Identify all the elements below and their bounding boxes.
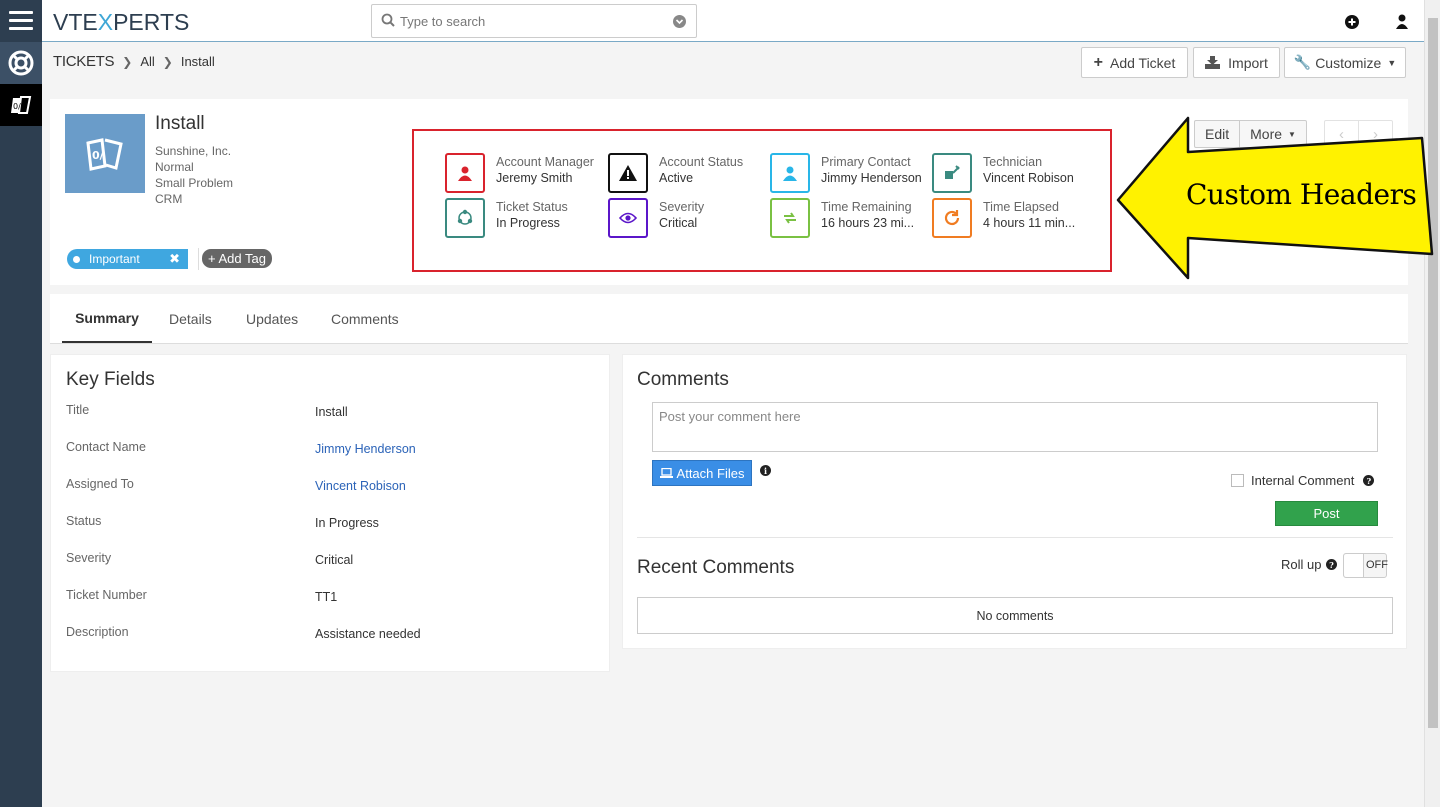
- field-row-ticket-number: Ticket Number TT1: [66, 588, 338, 604]
- contact-icon: [770, 153, 810, 193]
- support-app-icon[interactable]: [0, 42, 42, 84]
- divider: [637, 537, 1393, 538]
- tab-updates[interactable]: Updates: [246, 294, 298, 343]
- share-icon: [445, 198, 485, 238]
- chevron-right-icon: ❯: [162, 54, 173, 69]
- technician-icon: [932, 153, 972, 193]
- header-field-primary-contact[interactable]: Primary Contact Jimmy Henderson: [770, 153, 930, 193]
- caret-down-icon: ▼: [1387, 57, 1397, 68]
- plus-icon: +: [1093, 53, 1103, 71]
- user-icon: [445, 153, 485, 193]
- add-tag-button[interactable]: + Add Tag: [202, 249, 272, 268]
- internal-comment-checkbox[interactable]: [1231, 474, 1244, 487]
- hamburger-menu-icon[interactable]: [9, 11, 33, 31]
- warning-icon: [608, 153, 648, 193]
- custom-header-fields: Account Manager Jeremy Smith Account Stat…: [412, 129, 1112, 272]
- search-dropdown-icon[interactable]: [673, 15, 686, 28]
- search-icon: [381, 13, 395, 27]
- import-icon: [1205, 56, 1221, 69]
- header-field-account-status[interactable]: Account Status Active: [608, 153, 768, 193]
- help-icon[interactable]: ?: [1363, 475, 1375, 486]
- rollup-label: Roll up: [1281, 557, 1322, 572]
- breadcrumb: TICKETS ❯ All ❯ Install: [53, 53, 215, 70]
- header-field-time-remaining[interactable]: Time Remaining 16 hours 23 mi...: [770, 198, 930, 238]
- tag-divider: [198, 248, 199, 270]
- reload-icon: [932, 198, 972, 238]
- record-category: Small Problem: [155, 176, 234, 190]
- customize-button[interactable]: 🔧 Customize ▼: [1284, 47, 1406, 78]
- field-row-assigned-to: Assigned To Vincent Robison: [66, 477, 406, 493]
- record-title: Install: [155, 113, 205, 134]
- header-field-technician[interactable]: Technician Vincent Robison: [932, 153, 1092, 193]
- record-tabs: Summary Details Updates Comments: [50, 294, 1408, 344]
- field-row-description: Description Assistance needed: [66, 625, 421, 641]
- vtexperts-logo[interactable]: VTEXPERTS: [53, 9, 189, 36]
- ticket-icon: 0/: [86, 137, 123, 171]
- header-field-account-manager[interactable]: Account Manager Jeremy Smith: [445, 153, 605, 193]
- refresh-arrows-icon: [770, 198, 810, 238]
- wrench-icon: 🔧: [1293, 54, 1312, 70]
- tab-details[interactable]: Details: [169, 294, 212, 343]
- contact-link[interactable]: Jimmy Henderson: [315, 442, 416, 456]
- svg-text:0/: 0/: [92, 149, 105, 162]
- assignee-link[interactable]: Vincent Robison: [315, 479, 406, 493]
- eye-icon: [608, 198, 648, 238]
- header-field-severity[interactable]: Severity Critical: [608, 198, 768, 238]
- annotation-label: Custom Headers: [1186, 178, 1417, 211]
- record-product: CRM: [155, 192, 183, 206]
- header-field-ticket-status[interactable]: Ticket Status In Progress: [445, 198, 605, 238]
- record-priority: Normal: [155, 160, 194, 174]
- laptop-icon: [659, 468, 673, 478]
- internal-comment-option: Internal Comment ?: [1231, 473, 1375, 488]
- record-organization: Sunshine, Inc.: [155, 144, 232, 158]
- quick-create-icon[interactable]: [1345, 15, 1359, 29]
- svg-text:0/: 0/: [13, 102, 21, 111]
- ticket-record-image: 0/: [65, 114, 145, 193]
- remove-tag-icon[interactable]: ✖: [169, 251, 180, 267]
- toggle-knob: [1344, 554, 1364, 577]
- rollup-toggle[interactable]: OFF: [1343, 553, 1388, 578]
- header-field-time-elapsed[interactable]: Time Elapsed 4 hours 11 min...: [932, 198, 1092, 238]
- left-rail: 0/: [0, 0, 42, 807]
- top-bar: VTEXPERTS: [42, 0, 1424, 42]
- comments-panel: Comments Attach Files i Internal Comment…: [622, 354, 1407, 649]
- attach-files-button[interactable]: Attach Files: [652, 460, 752, 486]
- no-comments-message: No comments: [637, 597, 1393, 634]
- field-row-title: Title Install: [66, 403, 348, 419]
- tag-dot-icon: [73, 255, 80, 263]
- breadcrumb-record: Install: [180, 54, 215, 69]
- help-icon[interactable]: ?: [1326, 559, 1337, 570]
- field-row-status: Status In Progress: [66, 514, 379, 530]
- tag-important[interactable]: Important ✖: [67, 249, 188, 269]
- key-fields-panel: Key Fields Title Install Contact Name Jimm…: [50, 354, 610, 672]
- breadcrumb-filter[interactable]: All: [140, 54, 154, 69]
- comment-input[interactable]: [652, 402, 1378, 452]
- custom-headers-annotation: Custom Headers: [1116, 112, 1434, 282]
- search-input[interactable]: [400, 11, 670, 31]
- info-icon[interactable]: i: [760, 465, 771, 476]
- field-row-severity: Severity Critical: [66, 551, 354, 567]
- tickets-module-icon[interactable]: 0/: [0, 84, 42, 126]
- global-search[interactable]: [371, 4, 697, 38]
- breadcrumb-module[interactable]: TICKETS: [53, 53, 115, 70]
- comments-title: Comments: [637, 369, 729, 390]
- import-button[interactable]: Import: [1193, 47, 1280, 78]
- post-button[interactable]: Post: [1275, 501, 1378, 526]
- field-row-contact-name: Contact Name Jimmy Henderson: [66, 440, 416, 456]
- user-menu-icon[interactable]: [1396, 14, 1408, 32]
- key-fields-title: Key Fields: [66, 369, 155, 390]
- recent-comments-title: Recent Comments: [637, 557, 795, 578]
- record-meta: Sunshine, Inc. Normal Small Problem CRM: [155, 143, 233, 207]
- chevron-right-icon: ❯: [122, 54, 133, 69]
- add-ticket-button[interactable]: + Add Ticket: [1081, 47, 1188, 78]
- tab-summary[interactable]: Summary: [62, 294, 152, 343]
- tab-comments[interactable]: Comments: [331, 294, 399, 343]
